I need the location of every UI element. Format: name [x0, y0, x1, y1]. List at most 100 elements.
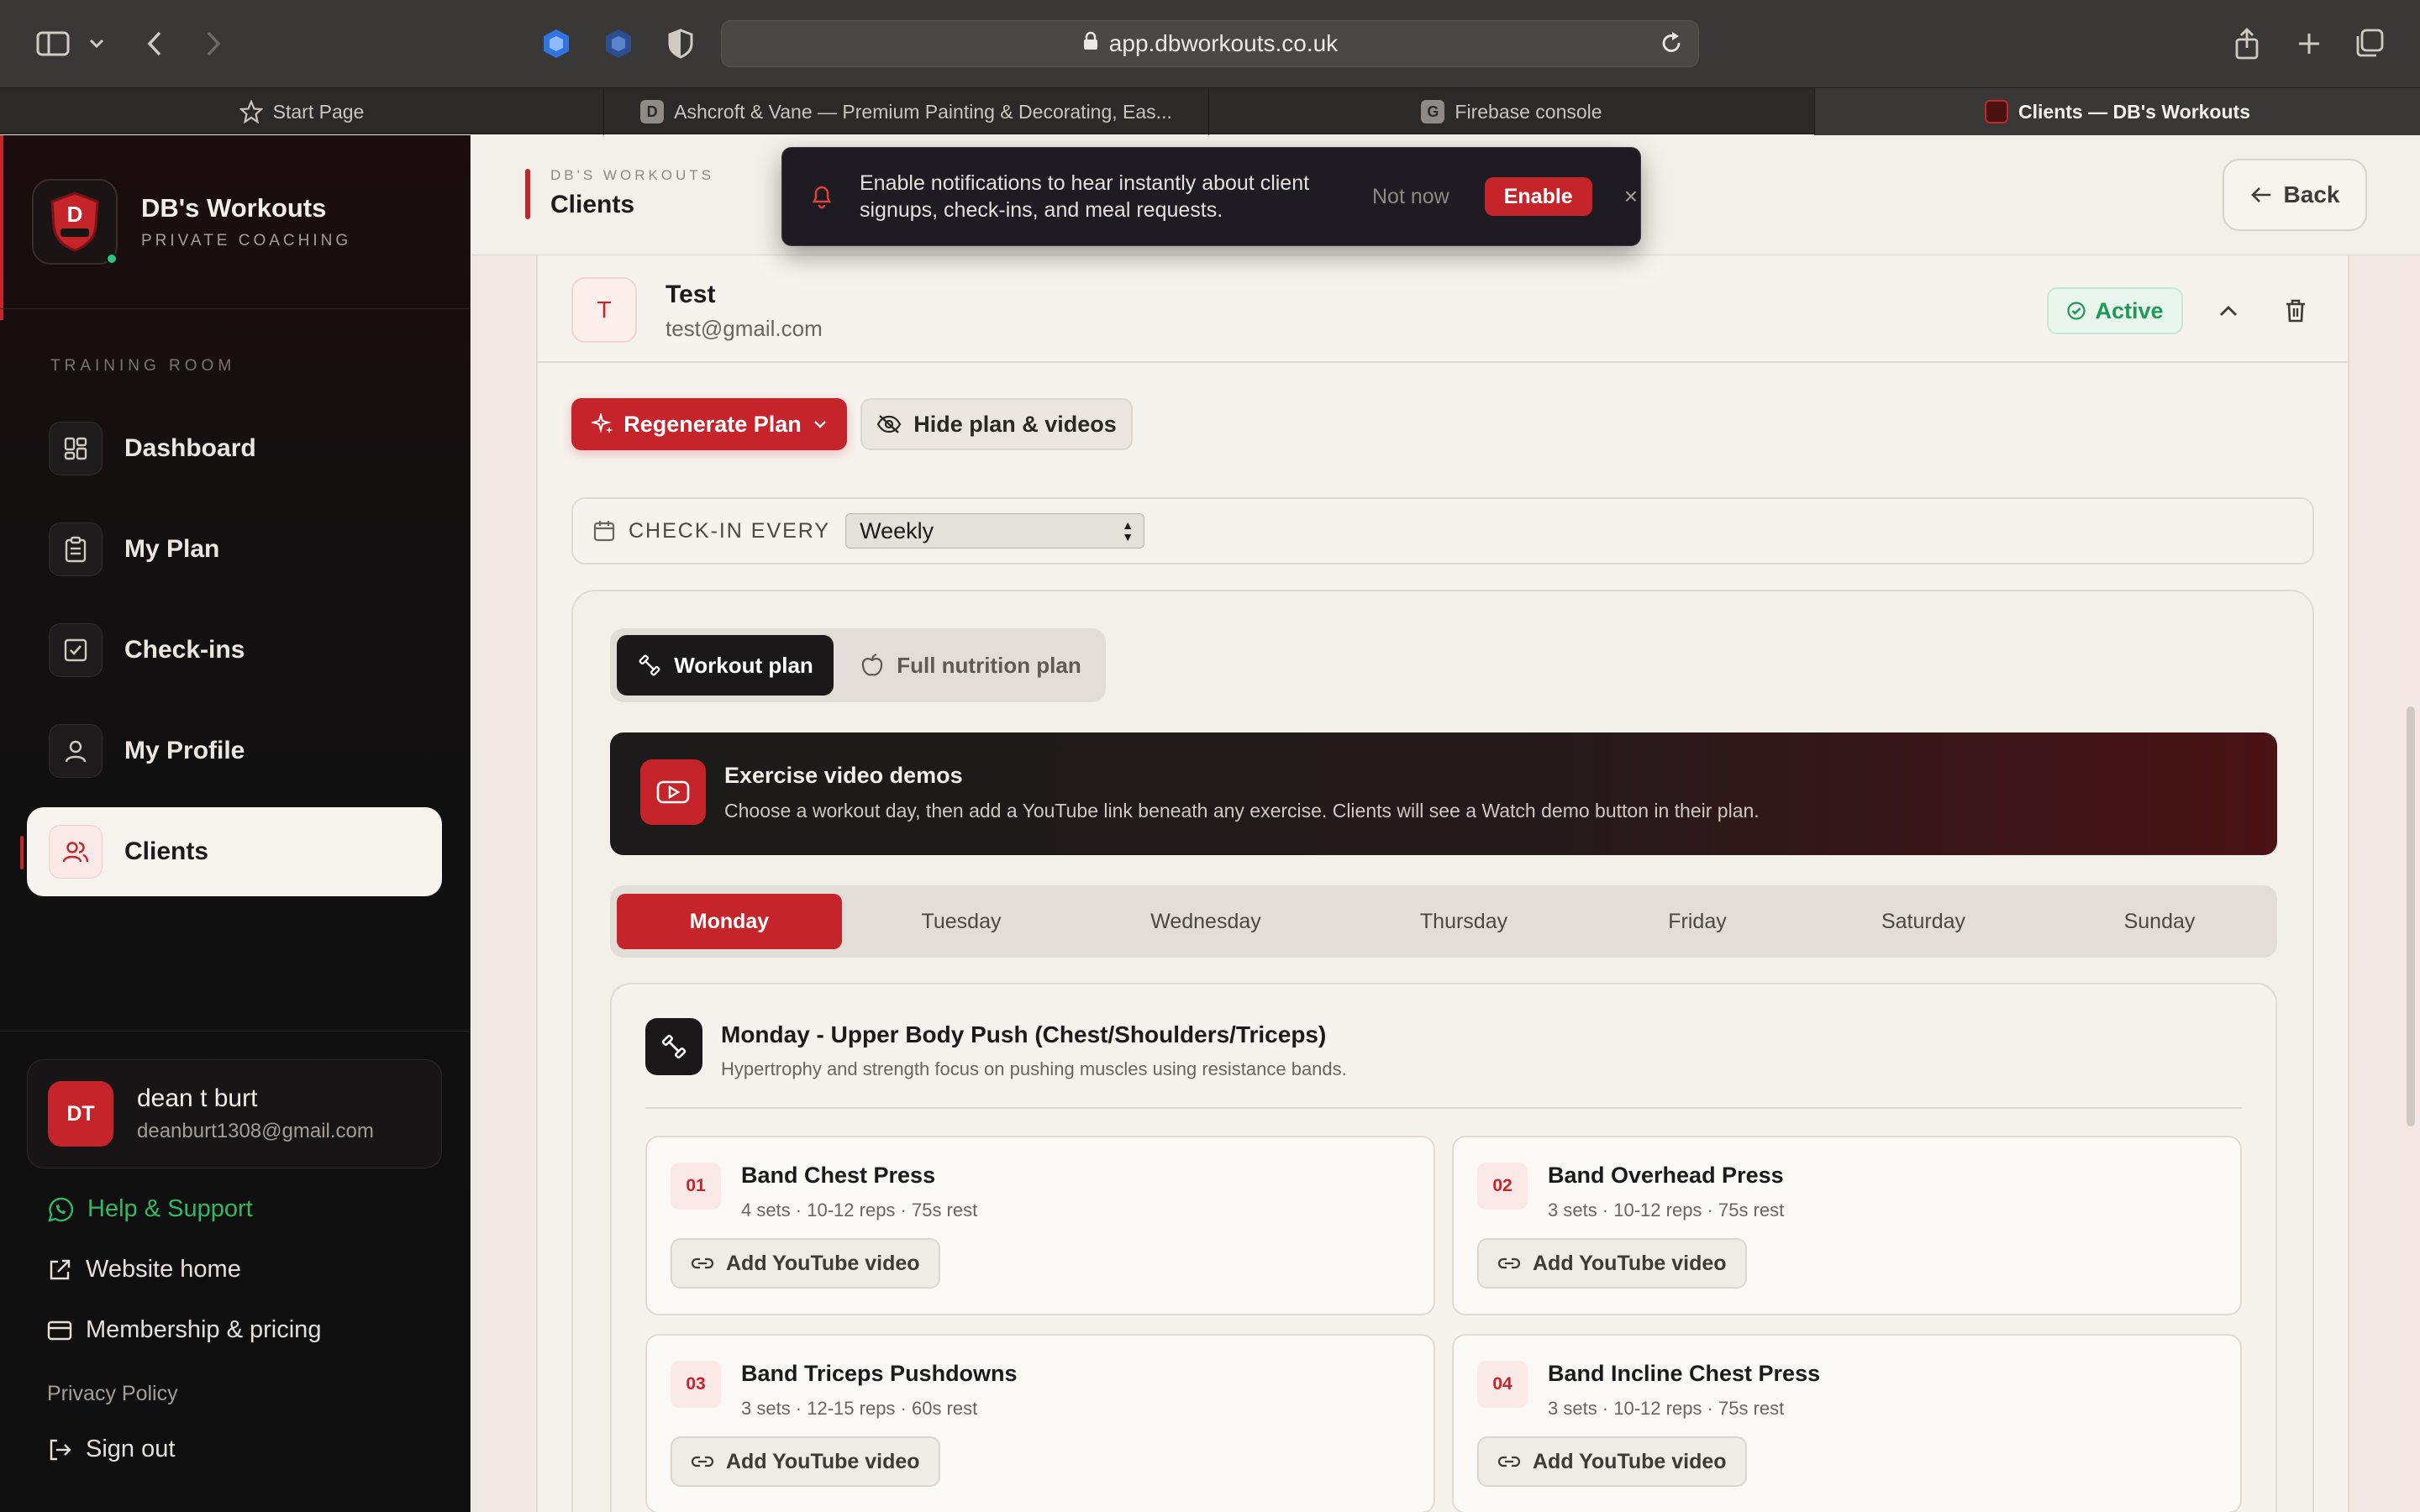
sidebar-item-label: My Profile — [124, 737, 245, 764]
sparkle-icon — [592, 413, 613, 435]
svg-text:D: D — [67, 202, 83, 227]
day-tab-sunday[interactable]: Sunday — [2049, 894, 2270, 949]
tab-workout-plan[interactable]: Workout plan — [617, 635, 834, 696]
regenerate-plan-button[interactable]: Regenerate Plan — [571, 398, 847, 450]
back-button[interactable]: Back — [2223, 159, 2367, 231]
arrow-left-icon — [2250, 186, 2272, 204]
dumbbell-icon — [645, 1018, 702, 1075]
notification-text: Enable notifications to hear instantly a… — [860, 171, 1310, 222]
day-tab-saturday[interactable]: Saturday — [1805, 894, 2042, 949]
add-youtube-video-button[interactable]: Add YouTube video — [671, 1238, 940, 1289]
address-bar[interactable]: app.dbworkouts.co.uk — [721, 20, 1699, 67]
website-label: Website home — [86, 1256, 241, 1283]
sidebar-item-label: Clients — [124, 837, 209, 865]
add-youtube-video-button[interactable]: Add YouTube video — [1477, 1238, 1747, 1289]
sidebar-section-label: TRAINING ROOM — [50, 357, 236, 375]
privacy-policy-link[interactable]: Privacy Policy — [47, 1382, 178, 1406]
client-name: Test — [666, 281, 716, 308]
regenerate-label: Regenerate Plan — [623, 411, 802, 437]
header-accent-bar — [525, 169, 530, 219]
privacy-shield-icon[interactable] — [664, 22, 697, 66]
clipboard-icon — [49, 522, 103, 576]
help-support-link[interactable]: Help & Support — [47, 1195, 253, 1223]
sidebar-item-my-plan[interactable]: My Plan — [27, 505, 442, 594]
hide-plan-button[interactable]: Hide plan & videos — [860, 398, 1133, 450]
scrollbar[interactable] — [2407, 706, 2415, 1126]
extension-hex-icon[interactable] — [602, 22, 635, 66]
sidebar-item-label: Check-ins — [124, 636, 245, 664]
check-circle-icon — [2066, 301, 2086, 321]
sidebar-toggle-icon[interactable] — [32, 22, 74, 66]
add-youtube-video-button[interactable]: Add YouTube video — [671, 1436, 940, 1487]
exercise-card: 01 Band Chest Press 4 sets · 10-12 reps … — [645, 1136, 1435, 1315]
tab-overview-icon[interactable] — [2353, 22, 2386, 66]
day-tab-tuesday[interactable]: Tuesday — [849, 894, 1074, 949]
day-tab-thursday[interactable]: Thursday — [1338, 894, 1590, 949]
credit-card-icon — [47, 1320, 72, 1341]
exercise-number: 03 — [671, 1361, 721, 1408]
day-workout-card: Monday - Upper Body Push (Chest/Shoulder… — [610, 983, 2277, 1512]
new-tab-icon[interactable] — [2292, 22, 2326, 66]
forward-arrow-icon[interactable] — [197, 22, 230, 66]
privacy-label: Privacy Policy — [47, 1382, 178, 1405]
select-value: Weekly — [860, 517, 934, 543]
page-header: DB'S WORKOUTS Clients Back Enable notifi… — [471, 135, 2420, 255]
notification-prompt: Enable notifications to hear instantly a… — [781, 147, 1641, 246]
sign-out-link[interactable]: Sign out — [47, 1436, 175, 1463]
user-icon — [49, 724, 103, 778]
tab-ashcroft-vane[interactable]: D Ashcroft & Vane — Premium Painting & D… — [604, 88, 1209, 135]
tab-bar: Start Page D Ashcroft & Vane — Premium P… — [0, 87, 2420, 135]
brand[interactable]: D DB's Workouts PRIVATE COACHING — [32, 179, 351, 265]
share-icon[interactable] — [2230, 22, 2264, 66]
hide-label: Hide plan & videos — [913, 411, 1117, 437]
exercise-meta: 4 sets · 10-12 reps · 75s rest — [741, 1200, 978, 1221]
tab-start-page[interactable]: Start Page — [0, 88, 604, 135]
bell-icon — [809, 183, 834, 210]
exercise-name: Band Triceps Pushdowns — [741, 1361, 1018, 1386]
external-link-icon — [47, 1257, 72, 1283]
membership-link[interactable]: Membership & pricing — [47, 1316, 321, 1344]
sidebar-item-dashboard[interactable]: Dashboard — [27, 404, 442, 493]
user-card[interactable]: DT dean t burt deanburt1308@gmail.com — [27, 1059, 442, 1168]
grid-icon — [49, 422, 103, 475]
plan-type-toggle: Workout plan Full nutrition plan — [610, 628, 1106, 702]
day-tab-monday[interactable]: Monday — [617, 894, 842, 949]
exercise-meta: 3 sets · 10-12 reps · 75s rest — [1548, 1200, 1785, 1221]
back-arrow-icon[interactable] — [138, 22, 171, 66]
demo-description: Choose a workout day, then add a YouTube… — [724, 800, 1760, 822]
collapse-chevron-up-icon[interactable] — [2208, 291, 2249, 331]
avatar: DT — [48, 1081, 113, 1147]
trash-icon[interactable] — [2275, 291, 2316, 331]
online-status-dot — [106, 253, 118, 265]
extension-shield-icon[interactable] — [539, 22, 573, 66]
enable-button[interactable]: Enable — [1484, 177, 1592, 216]
exercise-card: 02 Band Overhead Press 3 sets · 10-12 re… — [1452, 1136, 2242, 1315]
sidebar-item-clients[interactable]: Clients — [20, 807, 442, 896]
button-label: Add YouTube video — [1533, 1251, 1727, 1275]
tab-clients-active[interactable]: Clients — DB's Workouts — [1815, 88, 2420, 135]
db-logo-icon — [1985, 100, 2009, 123]
day-tab-friday[interactable]: Friday — [1597, 894, 1798, 949]
tab-nutrition-plan[interactable]: Full nutrition plan — [842, 635, 1099, 696]
star-icon — [239, 100, 263, 123]
reload-icon[interactable] — [1660, 31, 1683, 62]
url-text: app.dbworkouts.co.uk — [1108, 30, 1339, 56]
select-arrows-icon: ▲ ▼ — [1122, 518, 1134, 543]
chevron-down-icon[interactable] — [84, 22, 109, 66]
client-card: T Test test@gmail.com Active Regenerate … — [536, 255, 2349, 1512]
check-in-frequency-select[interactable]: Weekly ▲ ▼ — [845, 513, 1145, 549]
close-icon[interactable]: × — [1624, 183, 1638, 210]
website-home-link[interactable]: Website home — [47, 1256, 241, 1284]
day-tab-wednesday[interactable]: Wednesday — [1081, 894, 1331, 949]
sign-out-label: Sign out — [86, 1436, 176, 1462]
tab-firebase[interactable]: G Firebase console — [1209, 88, 1815, 135]
sidebar-item-check-ins[interactable]: Check-ins — [27, 606, 442, 695]
sidebar-item-my-profile[interactable]: My Profile — [27, 706, 442, 795]
check-in-frequency-bar: CHECK-IN EVERY Weekly ▲ ▼ — [571, 497, 2314, 564]
user-name: dean t burt — [137, 1084, 258, 1112]
tab-label: Full nutrition plan — [897, 652, 1081, 678]
add-youtube-video-button[interactable]: Add YouTube video — [1477, 1436, 1747, 1487]
not-now-button[interactable]: Not now — [1372, 185, 1449, 209]
tab-label: Ashcroft & Vane — Premium Painting & Dec… — [674, 100, 1172, 123]
back-label: Back — [2283, 181, 2340, 207]
